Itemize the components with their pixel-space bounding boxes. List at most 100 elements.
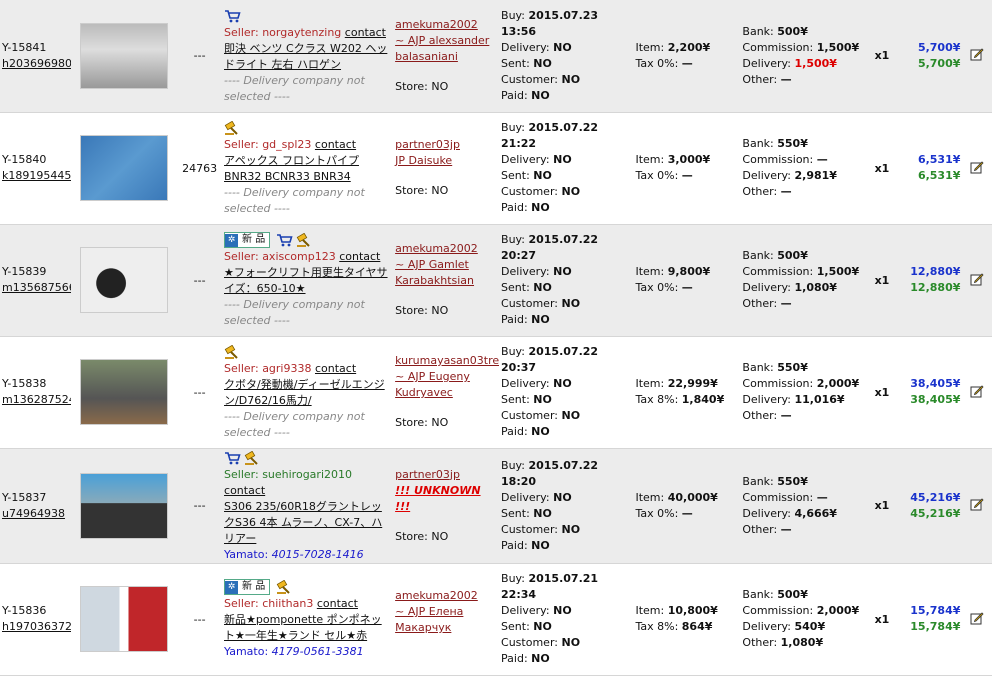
contact-link[interactable]: contact [224,484,265,497]
customer-label: Customer: [501,297,558,310]
tax-value: 1,840¥ [681,393,725,406]
item-price: Item: 40,000¥ [635,490,738,506]
user-link[interactable]: amekuma2002 [395,589,478,602]
contact-link[interactable]: contact [317,597,358,610]
delivery-fee-label: Delivery: [742,620,791,633]
delivery-status: Delivery: NO [501,264,631,280]
product-thumbnail[interactable] [80,472,169,539]
other-fee: Other: — [742,72,860,88]
auction-code-link[interactable]: m135687566 [2,281,71,294]
contact-link[interactable]: contact [315,362,356,375]
delivery-fee-label: Delivery: [742,56,791,70]
delivery-status: Delivery: NO [501,603,631,619]
status-cell: Buy: 2015.07.22 20:37 Delivery: NO Sent:… [499,336,634,449]
total-cell: 6,531¥ 6,531¥ [901,112,963,225]
commission-fee: Commission: 2,000¥ [742,603,860,619]
yamato-number[interactable]: 4015-7028-1416 [272,548,364,561]
lot-cell: --- [177,224,223,337]
delivery-status: Delivery: NO [501,490,631,506]
fees-cell: Bank: 550¥ Commission: — Delivery: 4,666… [740,448,863,564]
customer-value: NO [561,636,581,649]
bank-label: Bank: [742,588,774,601]
edit-icon[interactable] [970,611,984,628]
product-thumbnail[interactable] [80,135,169,201]
quantity: x1 [874,385,890,399]
user-link[interactable]: kurumayasan03tree [395,354,499,367]
seller-line: Seller: gd_spl23 contact [224,138,356,151]
item-title[interactable]: S306 235/60R18グラントレックS36 4本 ムラーノ、CX-7、ハリ… [224,499,391,547]
auction-code-link[interactable]: h197036372 [2,620,71,633]
buy-line: Buy: 2015.07.22 20:27 [501,232,631,264]
item-label: Item: [635,40,665,54]
lot-cell: --- [177,336,223,449]
lot-cell: --- [177,0,223,113]
store-status: Store: NO [395,304,449,317]
sent-label: Sent: [501,169,530,182]
seller-line: Seller: norgaytenzing contact [224,26,386,39]
delivery-label: Delivery: [501,490,550,504]
edit-icon[interactable] [970,160,984,177]
total-blue: 45,216¥ [910,490,961,504]
agent-name: ~ AJP Елена Макарчук [395,605,464,634]
seller-name: agri9338 [262,362,312,375]
item-title[interactable]: クボタ/発動機/ディーゼルエンジン/D762/16馬力/ [224,377,391,409]
item-label: Item: [635,153,665,166]
sent-status: Sent: NO [501,619,631,635]
commission-label: Commission: [742,265,814,278]
tax-line: Tax 8%: 864¥ [635,619,738,635]
tax-line: Tax 0%: — [635,168,738,184]
bank-label: Bank: [742,24,774,38]
paid-status: Paid: NO [501,88,631,104]
description-cell: ✲ 新 品 Seller: axiscomp123 contact ★フォークリフ… [222,224,394,337]
edit-icon[interactable] [970,498,984,514]
quantity-cell: x1 [862,0,902,113]
edit-icon[interactable] [970,48,984,64]
delivery-fee-label: Delivery: [742,281,791,294]
user-link[interactable]: partner03jp [395,468,460,481]
delivery-fee: Delivery: 4,666¥ [742,506,860,522]
store-status: Store: NO [395,416,449,429]
paid-label: Paid: [501,88,528,102]
delivery-fee: Delivery: 11,016¥ [742,392,860,408]
customer-label: Customer: [501,636,558,649]
total-green: 12,880¥ [910,281,961,294]
item-title[interactable]: アペックス フロントパイプ BNR32 BCNR33 BNR34 [224,153,391,185]
edit-icon[interactable] [970,384,984,401]
item-price: Item: 9,800¥ [635,264,738,280]
product-thumbnail[interactable] [80,359,169,425]
lot-value: --- [193,49,206,63]
item-title[interactable]: 即決 ベンツ Cクラス W202 ヘッドライト 左右 ハロゲン [224,41,391,73]
delivery-fee-value: 11,016¥ [794,393,845,406]
user-link[interactable]: amekuma2002 [395,242,478,255]
user-link[interactable]: partner03jp [395,138,460,151]
contact-link[interactable]: contact [339,250,380,263]
customer-status: Customer: NO [501,635,631,651]
lot-value: 24763 [182,161,218,175]
edit-icon[interactable] [970,272,984,289]
total-blue: 15,784¥ [910,604,961,617]
thumbnail-cell [71,0,178,113]
tax-value: — [681,506,693,520]
lot-cell: --- [177,563,223,676]
seller-name: norgaytenzing [262,25,342,39]
other-label: Other: [742,409,778,422]
item-title[interactable]: 新品★pomponette ポンポネット★一年生★ランド セル★赤 [224,612,391,644]
other-label: Other: [742,522,778,536]
commission-label: Commission: [742,153,814,166]
product-thumbnail[interactable] [80,22,169,89]
item-title[interactable]: ★フォークリフト用更生タイヤサイズ：650-10★ [224,265,391,297]
order-row: Y-15841 h203696980 --- Seller: norgayten… [0,0,992,113]
yamato-number[interactable]: 4179-0561-3381 [272,645,364,658]
contact-link[interactable]: contact [315,138,356,151]
auction-code-link[interactable]: u74964938 [2,507,65,520]
product-thumbnail[interactable] [80,247,169,313]
contact-link[interactable]: contact [345,26,386,39]
description-cell: Seller: norgaytenzing contact 即決 ベンツ Cクラ… [222,0,394,113]
auction-code-link[interactable]: m136287524 [2,393,71,406]
user-link[interactable]: amekuma2002 [395,18,478,31]
auction-code-link[interactable]: h203696980 [2,57,71,70]
thumbnail-cell [71,224,178,337]
tax-label: Tax 8%: [635,393,679,406]
product-thumbnail[interactable] [80,586,169,652]
auction-code-link[interactable]: k189195445 [2,169,71,182]
